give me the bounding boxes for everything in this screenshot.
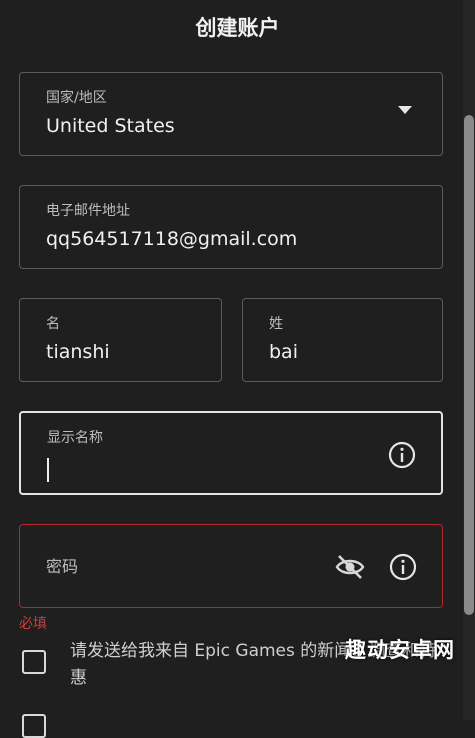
- last-name-field[interactable]: 姓 bai: [242, 298, 443, 382]
- scrollbar-thumb[interactable]: [464, 115, 474, 615]
- country-label: 国家/地区: [46, 90, 107, 106]
- display-name-field[interactable]: 显示名称: [19, 411, 443, 495]
- first-name-value: tianshi: [46, 341, 110, 363]
- display-name-label: 显示名称: [47, 430, 103, 446]
- email-field[interactable]: 电子邮件地址 qq564517118@gmail.com: [19, 185, 443, 269]
- info-icon[interactable]: [388, 441, 416, 469]
- email-label: 电子邮件地址: [46, 203, 130, 219]
- info-icon[interactable]: [389, 553, 417, 581]
- text-cursor: [47, 458, 49, 482]
- password-label: 密码: [46, 557, 79, 576]
- chevron-down-icon[interactable]: [398, 106, 412, 114]
- country-select[interactable]: 国家/地区 United States: [19, 72, 443, 156]
- eye-off-icon[interactable]: [334, 553, 366, 581]
- country-value: United States: [46, 115, 175, 137]
- marketing-checkbox[interactable]: [22, 650, 46, 674]
- scrollbar-track[interactable]: [463, 0, 475, 720]
- first-name-label: 名: [46, 316, 60, 332]
- password-error-text: 必填: [19, 616, 47, 632]
- last-name-label: 姓: [269, 316, 283, 332]
- last-name-value: bai: [269, 341, 298, 363]
- password-field[interactable]: 密码: [19, 524, 443, 608]
- watermark-logo: 趣动安卓网: [345, 638, 455, 662]
- email-value: qq564517118@gmail.com: [46, 228, 298, 250]
- page-title: 创建账户: [195, 16, 280, 40]
- second-checkbox[interactable]: [22, 714, 46, 738]
- first-name-field[interactable]: 名 tianshi: [19, 298, 222, 382]
